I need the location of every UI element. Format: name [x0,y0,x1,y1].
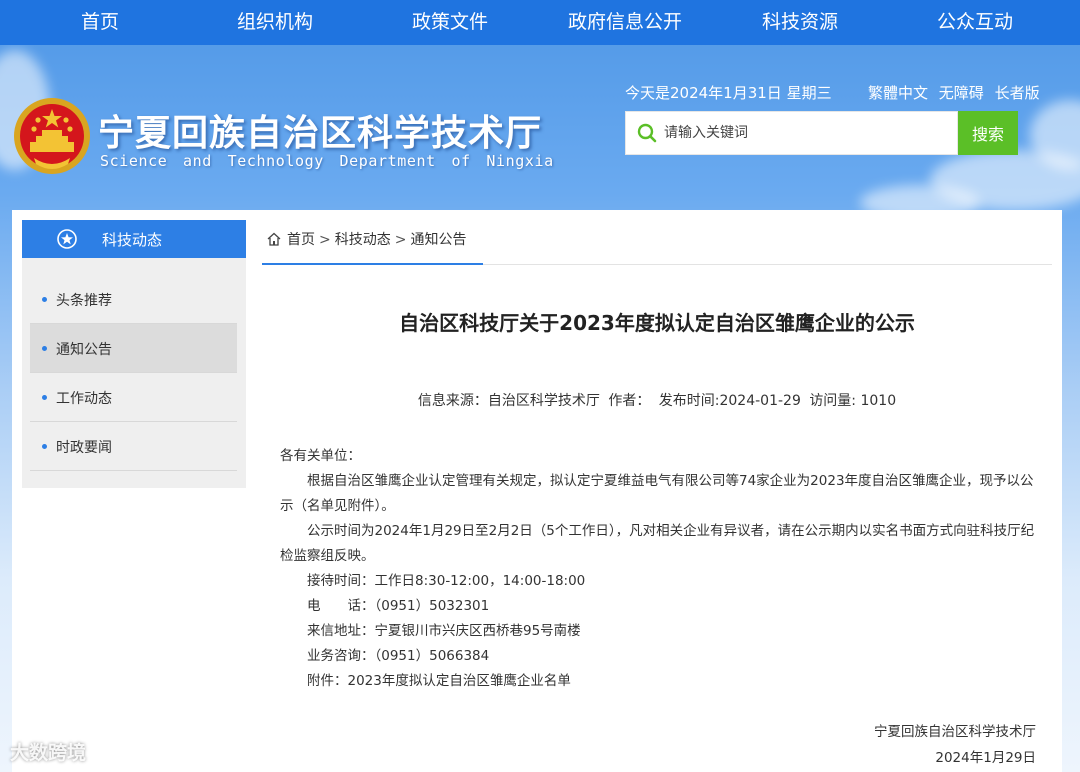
nav-item-resources[interactable]: 科技资源 [740,0,860,45]
bullet-icon [42,395,47,400]
sidebar-item-work-news[interactable]: 工作动态 [30,373,237,422]
article-attachment-link[interactable]: 附件：2023年度拟认定自治区雏鹰企业名单 [280,669,1036,694]
star-icon [57,229,77,249]
sidebar-title: 科技动态 [102,231,163,249]
sidebar-item-label: 通知公告 [56,342,112,358]
traditional-chinese-link[interactable]: 繁體中文 [868,84,928,102]
contact-consult: 业务咨询：（0951）5066384 [307,648,490,664]
nav-item-home[interactable]: 首页 [55,0,145,45]
breadcrumb-separator: > [319,232,331,248]
breadcrumb: 首页 > 科技动态 > 通知公告 [266,229,466,249]
article-body: 各有关单位： 根据自治区雏鹰企业认定管理有关规定，拟认定宁夏维益电气有限公司等7… [280,444,1036,694]
sidebar-item-notices[interactable]: 通知公告 [30,324,237,373]
watermark: 大数跨境 [10,742,87,764]
search-button[interactable]: 搜索 [958,111,1018,155]
current-date: 今天是2024年1月31日 星期三 [625,84,832,102]
breadcrumb-underline [262,263,483,265]
bullet-icon [42,444,47,449]
nav-item-policy[interactable]: 政策文件 [390,0,510,45]
breadcrumb-separator: > [394,232,407,248]
breadcrumb-home[interactable]: 首页 [287,232,315,248]
top-links: 繁體中文 无障碍 长者版 [868,82,1046,103]
contact-reception-time: 接待时间：工作日8:30-12:00，14:00-18:00 [307,573,586,589]
article-author: 作者： [608,393,651,409]
sidebar-item-headlines[interactable]: 头条推荐 [30,275,237,324]
search-icon [637,123,657,143]
sidebar-item-label: 工作动态 [56,391,112,407]
sidebar-item-label: 时政要闻 [56,440,112,456]
sidebar-header: 科技动态 [22,220,246,258]
nav-item-organization[interactable]: 组织机构 [215,0,335,45]
bullet-icon [42,346,47,351]
bullet-icon [42,297,47,302]
contact-phone: 电 话：（0951）5032301 [307,598,490,614]
national-emblem-icon [14,98,90,174]
article-publish-time: 发布时间:2024-01-29 [658,393,801,409]
article-paragraph: 公示时间为2024年1月29日至2月2日（5个工作日），凡对相关企业有异议者，请… [280,523,1035,564]
sidebar-item-current-affairs[interactable]: 时政要闻 [30,422,237,471]
sidebar-item-label: 头条推荐 [56,293,112,309]
search-input[interactable] [664,112,954,154]
article-title: 自治区科技厅关于2023年度拟认定自治区雏鹰企业的公示 [399,311,915,335]
breadcrumb-tech-news[interactable]: 科技动态 [335,232,391,248]
site-title: 宁夏回族自治区科学技术厅 [98,113,543,154]
article-greeting: 各有关单位： [280,448,361,464]
article-paragraph: 根据自治区雏鹰企业认定管理有关规定，拟认定宁夏维益电气有限公司等74家企业为20… [280,473,1034,514]
article-views: 访问量: 1010 [809,393,897,409]
signature-date: 2024年1月29日 [935,750,1036,766]
contact-address: 来信地址：宁夏银川市兴庆区西桥巷95号南楼 [307,623,581,639]
breadcrumb-notices[interactable]: 通知公告 [410,232,466,248]
article-source: 信息来源：自治区科学技术厅 [417,393,600,409]
home-icon [267,232,281,246]
search-box [625,111,958,155]
nav-item-gov-info[interactable]: 政府信息公开 [555,0,695,45]
article-meta: 信息来源：自治区科学技术厅 作者： 发布时间:2024-01-29 访问量: 1… [262,390,1052,410]
top-nav: 首页 组织机构 政策文件 政府信息公开 科技资源 公众互动 [0,0,1080,45]
elder-version-link[interactable]: 长者版 [995,84,1040,102]
accessibility-link[interactable]: 无障碍 [939,84,984,102]
signature-org: 宁夏回族自治区科学技术厅 [874,724,1036,740]
site-subtitle: Science and Technology Department of Nin… [100,152,554,170]
nav-item-interaction[interactable]: 公众互动 [915,0,1035,45]
